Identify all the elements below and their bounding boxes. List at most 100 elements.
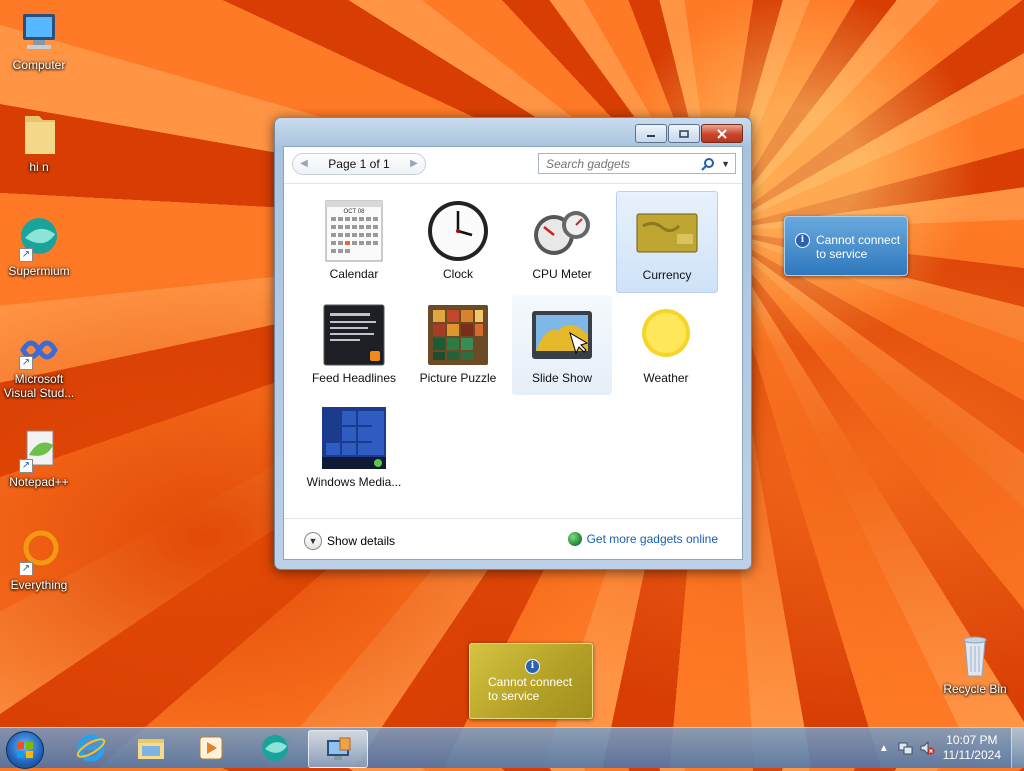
clock-date: 11/11/2024: [942, 748, 1001, 762]
get-more-gadgets-link[interactable]: Get more gadgets online: [567, 532, 718, 546]
search-box: ▼: [538, 153, 736, 174]
gadget-label: Calendar: [329, 267, 379, 281]
taskbar-internet-explorer[interactable]: [62, 730, 120, 766]
search-dropdown-icon[interactable]: ▼: [721, 159, 730, 169]
close-icon: [717, 128, 727, 139]
minimize-icon: [647, 134, 655, 137]
desktop-icon-label: Microsoft Visual Stud...: [3, 372, 75, 400]
chevron-down-icon: ▼: [304, 532, 322, 550]
windows-media-center-icon: [322, 407, 386, 471]
gadget-tile-calendar[interactable]: OCT 08 Calendar: [304, 191, 404, 291]
gadget-tile-currency[interactable]: Currency: [616, 191, 718, 293]
desktop-gadget-currency[interactable]: i Cannot connect to service: [784, 216, 908, 276]
clock-icon: [426, 199, 490, 263]
desktop-icon-recycle-bin[interactable]: Recycle Bin: [937, 632, 1013, 696]
notepadpp-icon: ↗: [15, 425, 63, 473]
desktop-icon-label: hi n: [29, 160, 49, 174]
gadget-tile-slide-show[interactable]: Slide Show: [512, 295, 612, 395]
desktop-icon-label: Recycle Bin: [943, 682, 1007, 696]
weather-sun-icon: [634, 303, 698, 367]
gadget-label: Windows Media...: [306, 475, 402, 489]
gadget-label: Feed Headlines: [311, 371, 397, 385]
desktop-icon-visual-studio[interactable]: ↗ Microsoft Visual Stud...: [1, 330, 77, 400]
gadgets-icon: [327, 737, 351, 760]
visual-studio-icon: ↗: [15, 330, 63, 370]
calendar-icon: OCT 08: [322, 199, 386, 263]
start-button[interactable]: [6, 731, 44, 769]
picture-puzzle-icon: [426, 303, 490, 367]
show-details-label: Show details: [327, 534, 396, 548]
gadget-gallery-window: ◀ Page 1 of 1 ▶ ▼ OCT 08: [274, 117, 752, 570]
show-desktop-button[interactable]: [1011, 728, 1024, 768]
desktop-icon-label: Supermium: [8, 264, 70, 278]
previous-page-button[interactable]: ◀: [297, 157, 311, 171]
gadget-error-text: Cannot connect to service: [816, 233, 901, 261]
window-controls: [635, 124, 743, 143]
gadget-tile-weather[interactable]: Weather: [616, 295, 716, 395]
everything-icon: ↗: [15, 528, 63, 576]
supermium-icon: [262, 735, 288, 761]
desktop-icon-computer[interactable]: Computer: [1, 8, 77, 72]
desktop-icon-everything[interactable]: ↗ Everything: [1, 528, 77, 592]
calendar-month-label: OCT 08: [344, 209, 366, 215]
recycle-bin-icon: [951, 632, 999, 680]
gadget-tile-feed-headlines[interactable]: Feed Headlines: [304, 295, 404, 395]
page-navigator: ◀ Page 1 of 1 ▶: [292, 153, 426, 175]
system-tray: ▲ 10:07 PM 11/11/2024: [879, 728, 1024, 768]
globe-icon: [567, 532, 582, 546]
next-page-button[interactable]: ▶: [407, 157, 421, 171]
shortcut-arrow-icon: ↗: [19, 562, 33, 576]
internet-explorer-icon: [76, 734, 106, 762]
restore-button[interactable]: [668, 124, 700, 143]
volume-muted-icon[interactable]: [919, 740, 935, 756]
taskbar-clock[interactable]: 10:07 PM 11/11/2024: [943, 733, 1001, 763]
file-explorer-icon: [138, 739, 164, 759]
info-icon: i: [795, 233, 810, 248]
taskbar-supermium[interactable]: [246, 730, 304, 766]
clock-time: 10:07 PM: [946, 733, 998, 747]
computer-icon: [15, 8, 63, 56]
gadget-label: Currency: [642, 268, 692, 282]
minimize-button[interactable]: [635, 124, 667, 143]
slide-show-icon: [530, 303, 594, 367]
taskbar-file-explorer[interactable]: [122, 730, 180, 766]
show-hidden-icons-button[interactable]: ▲: [879, 743, 889, 754]
desktop-icon-notepadpp[interactable]: ↗ Notepad++: [1, 425, 77, 489]
taskbar-media-player[interactable]: [182, 730, 240, 766]
gadget-label: Clock: [442, 267, 473, 281]
gadget-gallery-content: ◀ Page 1 of 1 ▶ ▼ OCT 08: [283, 146, 743, 560]
cpu-meter-icon: [530, 199, 594, 263]
close-button[interactable]: [701, 124, 743, 143]
info-icon: i: [525, 659, 540, 674]
gadget-tile-clock[interactable]: Clock: [408, 191, 508, 291]
taskbar: ▲ 10:07 PM 11/11/2024: [0, 727, 1024, 769]
gadget-label: Picture Puzzle: [419, 371, 497, 385]
gadget-tile-windows-media-center[interactable]: Windows Media...: [304, 399, 404, 499]
currency-icon: [635, 200, 699, 264]
folder-icon: [15, 110, 63, 158]
search-icon[interactable]: [701, 157, 715, 171]
shortcut-arrow-icon: ↗: [19, 356, 33, 370]
gadget-label: Weather: [643, 371, 689, 385]
restore-icon: [679, 129, 689, 138]
get-more-gadgets-label: Get more gadgets online: [586, 532, 718, 546]
desktop-icon-supermium[interactable]: ↗ Supermium: [1, 214, 77, 278]
media-player-icon: [199, 736, 223, 760]
taskbar-gadgets[interactable]: [308, 730, 368, 768]
shortcut-arrow-icon: ↗: [19, 459, 33, 473]
search-input[interactable]: [544, 155, 698, 172]
gadget-label: CPU Meter: [532, 267, 592, 281]
feed-headlines-icon: [322, 303, 386, 367]
network-icon[interactable]: [897, 740, 913, 756]
gadget-tile-cpu-meter[interactable]: CPU Meter: [512, 191, 612, 291]
show-details-toggle[interactable]: ▼ Show details: [304, 532, 395, 550]
desktop-icon-label: Notepad++: [9, 475, 69, 489]
gadget-error-text: Cannot connect to service: [488, 675, 573, 703]
desktop-gadget-currency-yellow[interactable]: i Cannot connect to service: [469, 643, 593, 719]
gadget-tile-picture-puzzle[interactable]: Picture Puzzle: [408, 295, 508, 395]
desktop-icon-folder[interactable]: hi n: [1, 110, 77, 174]
windows-logo-icon: [17, 742, 33, 758]
page-indicator: Page 1 of 1: [328, 157, 390, 171]
shortcut-arrow-icon: ↗: [19, 248, 33, 262]
desktop-icon-label: Everything: [10, 578, 68, 592]
